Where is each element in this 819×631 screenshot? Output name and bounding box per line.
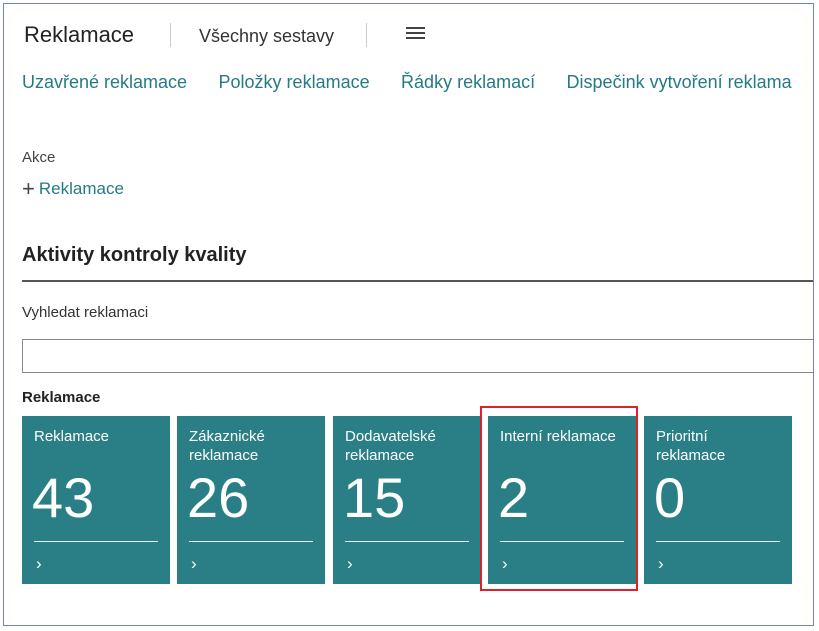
page-title: Reklamace	[24, 22, 135, 47]
cue-tile-divider	[189, 541, 313, 542]
cue-tile-priority-claims[interactable]: Prioritní reklamace 0 ›	[644, 416, 792, 584]
cue-tile-divider	[345, 541, 469, 542]
new-claim-label: Reklamace	[38, 179, 124, 198]
section-title: Aktivity kontroly kvality	[22, 244, 247, 266]
cue-tile-divider	[34, 541, 158, 542]
cue-group-label: Reklamace	[22, 389, 101, 406]
nav-link-claim-lines[interactable]: Řádky reklamací	[401, 72, 535, 92]
cue-tile-divider	[500, 541, 624, 542]
search-label: Vyhledat reklamaci	[22, 304, 149, 321]
cue-tile-value: 0	[654, 466, 686, 529]
nav-link-claim-dispatch[interactable]: Dispečink vytvoření reklama	[567, 72, 792, 92]
cue-tile-label: Interní reklamace	[500, 428, 616, 445]
page-frame: Reklamace Všechny sestavy Uzavřené rekla…	[3, 3, 814, 626]
cue-tile-vendor-claims[interactable]: Dodavatelské reklamace 15 ›	[333, 416, 481, 584]
cue-tile-value: 2	[498, 466, 530, 529]
search-input[interactable]	[22, 339, 813, 373]
chevron-right-icon: ›	[36, 554, 42, 573]
header-divider	[366, 23, 367, 47]
cue-tile-value: 15	[343, 466, 406, 529]
cue-tile-label: Dodavatelské reklamace	[345, 428, 436, 464]
chevron-right-icon: ›	[658, 554, 664, 573]
header-divider	[170, 23, 171, 47]
nav-links: Uzavřené reklamace Položky reklamace Řád…	[22, 72, 813, 93]
cue-tile-customer-claims[interactable]: Zákaznické reklamace 26 ›	[177, 416, 325, 584]
cue-tile-internal-claims[interactable]: Interní reklamace 2 ›	[488, 416, 636, 584]
cue-tile-label: Zákaznické reklamace	[189, 428, 265, 464]
chevron-right-icon: ›	[502, 554, 508, 573]
cue-tile-claims[interactable]: Reklamace 43 ›	[22, 416, 170, 584]
all-reports-button[interactable]: Všechny sestavy	[199, 26, 334, 47]
chevron-right-icon: ›	[191, 554, 197, 573]
nav-link-closed-claims[interactable]: Uzavřené reklamace	[22, 72, 187, 92]
cue-tile-label: Prioritní reklamace	[656, 428, 726, 464]
hamburger-menu-icon[interactable]	[406, 27, 425, 41]
cue-tile-divider	[656, 541, 780, 542]
cue-tile-label: Reklamace	[34, 428, 110, 445]
nav-link-claim-entries[interactable]: Položky reklamace	[219, 72, 370, 92]
cue-tile-value: 43	[32, 466, 95, 529]
new-claim-button[interactable]: + Reklamace	[22, 176, 124, 201]
page-header: Reklamace Všechny sestavy	[4, 4, 813, 64]
chevron-right-icon: ›	[347, 554, 353, 573]
plus-icon: +	[22, 176, 35, 201]
actions-label: Akce	[22, 149, 56, 166]
cue-tile-value: 26	[187, 466, 250, 529]
section-divider	[22, 280, 813, 282]
